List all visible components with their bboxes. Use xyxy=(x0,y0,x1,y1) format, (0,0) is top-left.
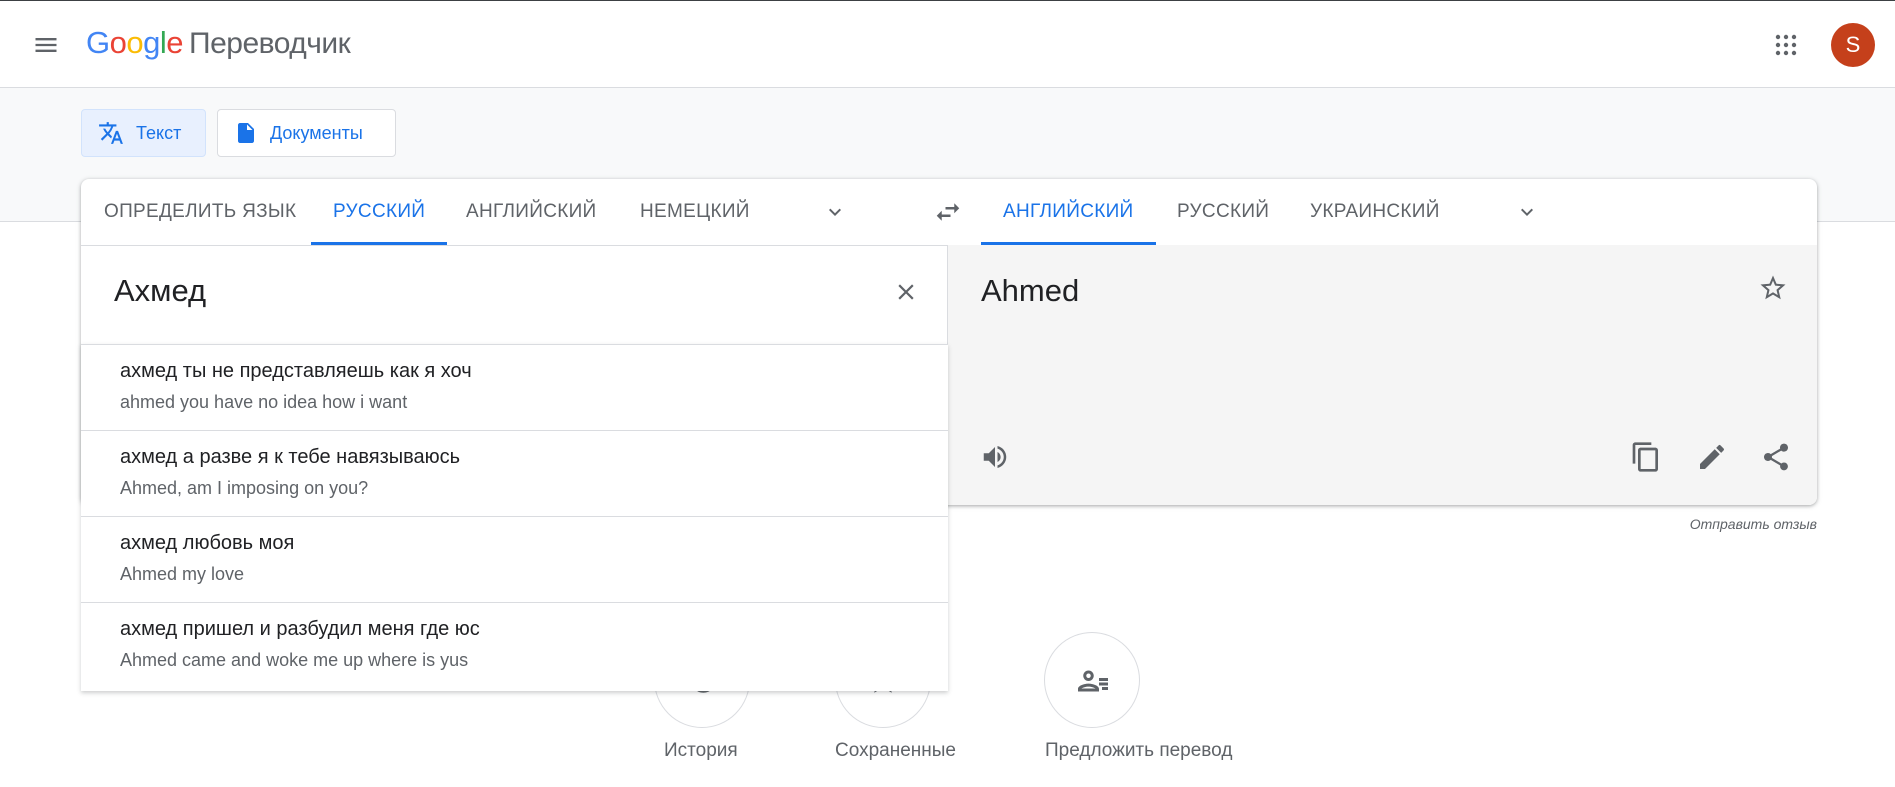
swap-languages-icon[interactable] xyxy=(933,197,963,227)
apps-grid-icon[interactable] xyxy=(1774,33,1798,57)
source-lang-german[interactable]: Немецкий xyxy=(640,179,750,245)
documents-mode-button[interactable]: Документы xyxy=(217,109,396,157)
source-lang-russian[interactable]: Русский xyxy=(310,179,448,245)
suggestion-item[interactable]: ахмед пришел и разбудил меня где юс Ahme… xyxy=(81,603,948,689)
listen-speaker-icon[interactable] xyxy=(980,442,1010,472)
logo-letter: o xyxy=(109,25,127,60)
suggestion-translation: Ahmed came and woke me up where is yus xyxy=(120,650,469,670)
document-icon xyxy=(238,123,254,143)
product-name: Переводчик xyxy=(189,27,351,60)
source-text-input[interactable]: Ахмед xyxy=(114,273,206,309)
avatar[interactable]: S xyxy=(1831,23,1875,67)
suggestion-text: ахмед а разве я к тебе навязываюсь xyxy=(120,446,461,468)
documents-mode-label: Документы xyxy=(270,122,363,143)
suggestion-text: ахмед ты не представляешь как я хоч xyxy=(120,360,472,382)
google-translate-logo[interactable]: Google Переводчик xyxy=(86,25,351,61)
logo-letter: e xyxy=(166,25,184,60)
suggestion-item[interactable]: ахмед а разве я к тебе навязываюсь Ahmed… xyxy=(81,431,948,517)
contribute-label: Предложить перевод xyxy=(1045,740,1233,761)
menu-icon[interactable] xyxy=(32,31,60,59)
suggestion-translation: Ahmed my love xyxy=(120,564,245,584)
save-star-icon[interactable] xyxy=(1758,273,1788,303)
suggestion-item[interactable]: ахмед ты не представляешь как я хоч ahme… xyxy=(81,345,948,431)
suggestion-text: ахмед пришел и разбудил меня где юс xyxy=(120,618,480,640)
top-bar: Google Переводчик S xyxy=(0,0,1895,88)
share-icon[interactable] xyxy=(1760,441,1792,473)
history-label: История xyxy=(664,740,738,761)
source-lang-detect[interactable]: Определить язык xyxy=(104,179,296,245)
edit-pencil-icon[interactable] xyxy=(1696,441,1728,473)
text-mode-label: Текст xyxy=(136,122,182,143)
suggestions-dropdown: ахмед ты не представляешь как я хоч ahme… xyxy=(81,344,948,691)
contribute-button[interactable] xyxy=(1044,632,1140,728)
send-feedback-link[interactable]: Отправить отзыв xyxy=(1690,516,1817,532)
logo-letter: g xyxy=(143,25,160,60)
suggestion-text: ахмед любовь моя xyxy=(120,532,295,554)
saved-label: Сохраненные xyxy=(835,740,956,761)
translated-text: Ahmed xyxy=(981,273,1080,308)
suggestion-translation: ahmed you have no idea how i want xyxy=(120,392,408,412)
contribute-icon xyxy=(1078,670,1108,692)
target-panel: Ahmed xyxy=(947,245,1817,505)
copy-icon[interactable] xyxy=(1630,441,1662,473)
target-lang-russian[interactable]: Русский xyxy=(1177,179,1269,245)
source-lang-more-chevron-down-icon[interactable] xyxy=(823,200,847,224)
suggestion-item[interactable]: ахмед любовь моя Ahmed my love xyxy=(81,517,948,603)
suggestion-translation: Ahmed, am I imposing on you? xyxy=(120,478,369,498)
target-lang-more-chevron-down-icon[interactable] xyxy=(1515,200,1539,224)
language-bar: Определить язык Русский Английский Немец… xyxy=(81,179,1817,246)
logo-letter: G xyxy=(86,25,110,60)
text-mode-button[interactable]: Текст xyxy=(81,109,206,157)
source-lang-english[interactable]: Английский xyxy=(466,179,597,245)
clear-close-icon[interactable] xyxy=(893,279,919,305)
logo-letter: o xyxy=(126,25,144,60)
translate-icon xyxy=(99,122,123,144)
target-lang-english[interactable]: Английский xyxy=(981,179,1155,245)
target-lang-ukrainian[interactable]: Украинский xyxy=(1310,179,1440,245)
